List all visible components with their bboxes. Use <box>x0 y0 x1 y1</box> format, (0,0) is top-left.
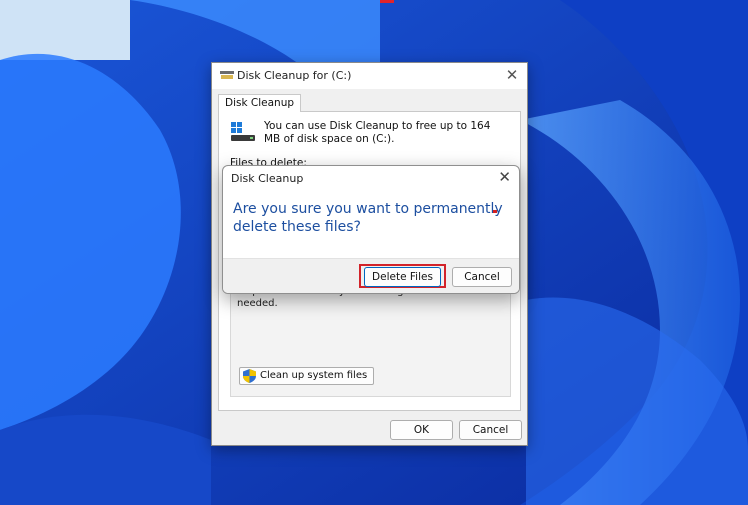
dialog-footer: Delete Files Cancel <box>223 258 519 293</box>
red-dot <box>493 210 497 213</box>
shield-icon <box>243 369 256 383</box>
main-cancel-button[interactable]: Cancel <box>459 420 522 440</box>
dialog-title: Disk Cleanup <box>231 172 304 185</box>
confirm-dialog: Disk Cleanup ✕ Are you sure you want to … <box>222 165 520 294</box>
tab-disk-cleanup[interactable]: Disk Cleanup <box>218 94 302 112</box>
intro-text: You can use Disk Cleanup to free up to 1… <box>264 120 491 145</box>
window-title: Disk Cleanup for (C:) <box>237 69 352 82</box>
clean-up-system-files-button[interactable]: Clean up system files <box>239 367 375 385</box>
disk-cleanup-icon <box>220 71 234 79</box>
dialog-message: Are you sure you want to permanently del… <box>233 201 503 235</box>
clean-up-system-files-label: Clean up system files <box>260 370 368 381</box>
red-marker <box>380 0 394 3</box>
close-icon[interactable]: ✕ <box>498 169 511 185</box>
window-titlebar[interactable]: Disk Cleanup for (C:) ✕ <box>212 63 527 89</box>
ok-button[interactable]: OK <box>390 420 453 440</box>
delete-files-button[interactable]: Delete Files <box>364 267 441 287</box>
dialog-cancel-button[interactable]: Cancel <box>452 267 512 287</box>
drive-icon <box>231 122 255 141</box>
close-icon[interactable]: ✕ <box>505 67 519 83</box>
